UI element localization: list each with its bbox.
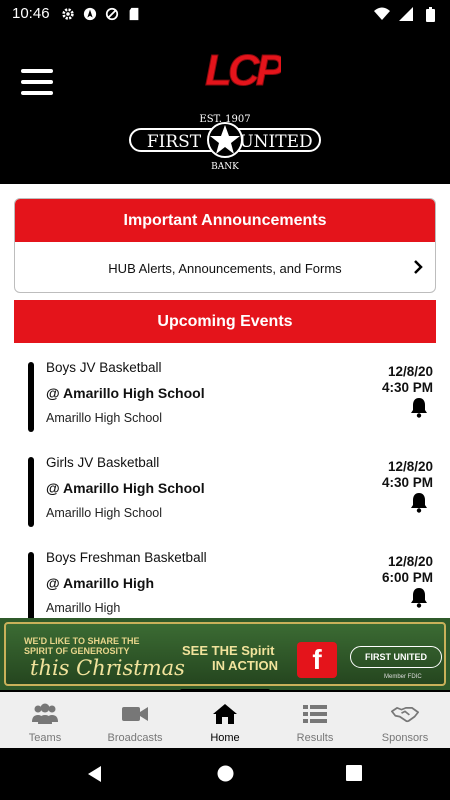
banner-tagline: WE'D LIKE TO SHARE THE SPIRIT OF GENEROS…	[24, 636, 139, 656]
signal-icon	[398, 6, 414, 22]
nav-label-broadcasts: Broadcasts	[107, 732, 163, 744]
status-bar: 10:46	[0, 0, 450, 28]
event-opponent: @ Amarillo High School	[46, 385, 205, 401]
gear-icon	[60, 6, 76, 22]
app-header: LCP EST. 1907 FIRST UNITED BANK	[0, 28, 450, 184]
banner-bank-logo: FIRST UNITED	[350, 646, 442, 668]
event-date: 12/8/20	[387, 459, 433, 474]
event-name: Boys Freshman Basketball	[46, 550, 207, 565]
banner-cta-line-1: SEE THE Spirit	[182, 643, 275, 658]
event-time: 4:30 PM	[381, 380, 433, 395]
bell-icon[interactable]	[408, 586, 430, 608]
first-united-bank-logo: EST. 1907 FIRST UNITED BANK	[129, 114, 321, 171]
bell-icon[interactable]	[408, 491, 430, 513]
event-item[interactable]: Boys JV Basketball @ Amarillo High Schoo…	[0, 358, 450, 448]
banner-fdic: Member FDIC	[384, 674, 422, 680]
announcements-card: Important Announcements HUB Alerts, Anno…	[14, 198, 436, 293]
event-item[interactable]: Girls JV Basketball @ Amarillo High Scho…	[0, 453, 450, 543]
nav-item-broadcasts[interactable]: Broadcasts	[90, 692, 180, 748]
nav-arrow-icon	[82, 6, 98, 22]
svg-text:LCP: LCP	[205, 46, 281, 95]
event-name: Boys JV Basketball	[46, 360, 162, 375]
status-time: 10:46	[12, 5, 50, 22]
bottom-navigation: Teams Broadcasts Home Results Sponsors	[0, 692, 450, 748]
event-location: Amarillo High	[46, 601, 121, 615]
home-content: Important Announcements HUB Alerts, Anno…	[0, 184, 450, 618]
event-location: Amarillo High School	[46, 506, 163, 520]
hamburger-menu-button[interactable]	[21, 69, 53, 95]
home-icon	[213, 704, 237, 724]
battery-icon	[422, 6, 438, 22]
hub-alerts-label: HUB Alerts, Announcements, and Forms	[108, 260, 342, 276]
nav-item-teams[interactable]: Teams	[0, 692, 90, 748]
banner-cta-line-2: IN ACTION	[212, 658, 278, 673]
banner-line-1: WE'D LIKE TO SHARE THE	[24, 636, 140, 646]
sd-card-icon	[126, 6, 142, 22]
nav-label-home: Home	[210, 732, 240, 744]
banner-cta: SEE THE Spirit IN ACTION	[182, 643, 278, 673]
do-not-disturb-icon	[104, 6, 120, 22]
sponsor-banner-ad[interactable]: WE'D LIKE TO SHARE THE SPIRIT OF GENEROS…	[0, 618, 450, 690]
event-opponent: @ Amarillo High	[46, 575, 155, 591]
nav-label-teams: Teams	[28, 732, 62, 744]
nav-item-results[interactable]: Results	[270, 692, 360, 748]
event-location: Amarillo High School	[46, 411, 163, 425]
bell-icon[interactable]	[408, 396, 430, 418]
people-icon	[32, 703, 58, 724]
event-time: 6:00 PM	[381, 570, 433, 585]
svg-text:FIRST: FIRST	[147, 132, 202, 152]
event-indicator-bar	[28, 552, 34, 618]
facebook-icon: f	[297, 642, 337, 678]
event-time: 4:30 PM	[381, 475, 433, 490]
event-indicator-bar	[28, 362, 34, 432]
hub-alerts-link[interactable]: HUB Alerts, Announcements, and Forms	[15, 242, 435, 292]
status-icons-right	[374, 6, 438, 22]
event-item[interactable]: Boys Freshman Basketball @ Amarillo High…	[0, 548, 450, 618]
chevron-right-icon	[414, 260, 423, 274]
list-icon	[303, 705, 327, 723]
event-date: 12/8/20	[387, 364, 433, 379]
upcoming-events-header: Upcoming Events	[14, 300, 436, 343]
announcements-header: Important Announcements	[15, 199, 435, 242]
nav-label-sponsors: Sponsors	[381, 732, 429, 744]
event-indicator-bar	[28, 457, 34, 527]
system-navigation-bar	[0, 748, 450, 800]
banner-script-text: this Christmas	[30, 656, 185, 680]
nav-item-sponsors[interactable]: Sponsors	[360, 692, 450, 748]
svg-text:BANK: BANK	[211, 162, 239, 171]
nav-label-results: Results	[296, 732, 334, 744]
status-icons-left	[60, 6, 142, 22]
back-icon[interactable]	[86, 765, 104, 783]
video-camera-icon	[122, 707, 148, 721]
wifi-icon	[374, 6, 390, 22]
banner-line-2: SPIRIT OF GENEROSITY	[24, 646, 130, 656]
lcp-logo: LCP	[205, 46, 281, 96]
home-circle-icon[interactable]	[217, 765, 234, 782]
banner-frame: WE'D LIKE TO SHARE THE SPIRIT OF GENEROS…	[4, 622, 446, 686]
handshake-icon	[391, 707, 419, 723]
event-date: 12/8/20	[387, 554, 433, 569]
event-opponent: @ Amarillo High School	[46, 480, 205, 496]
event-name: Girls JV Basketball	[46, 455, 160, 470]
nav-item-home[interactable]: Home	[180, 692, 270, 748]
recents-icon[interactable]	[346, 765, 362, 781]
svg-text:UNITED: UNITED	[239, 132, 312, 152]
